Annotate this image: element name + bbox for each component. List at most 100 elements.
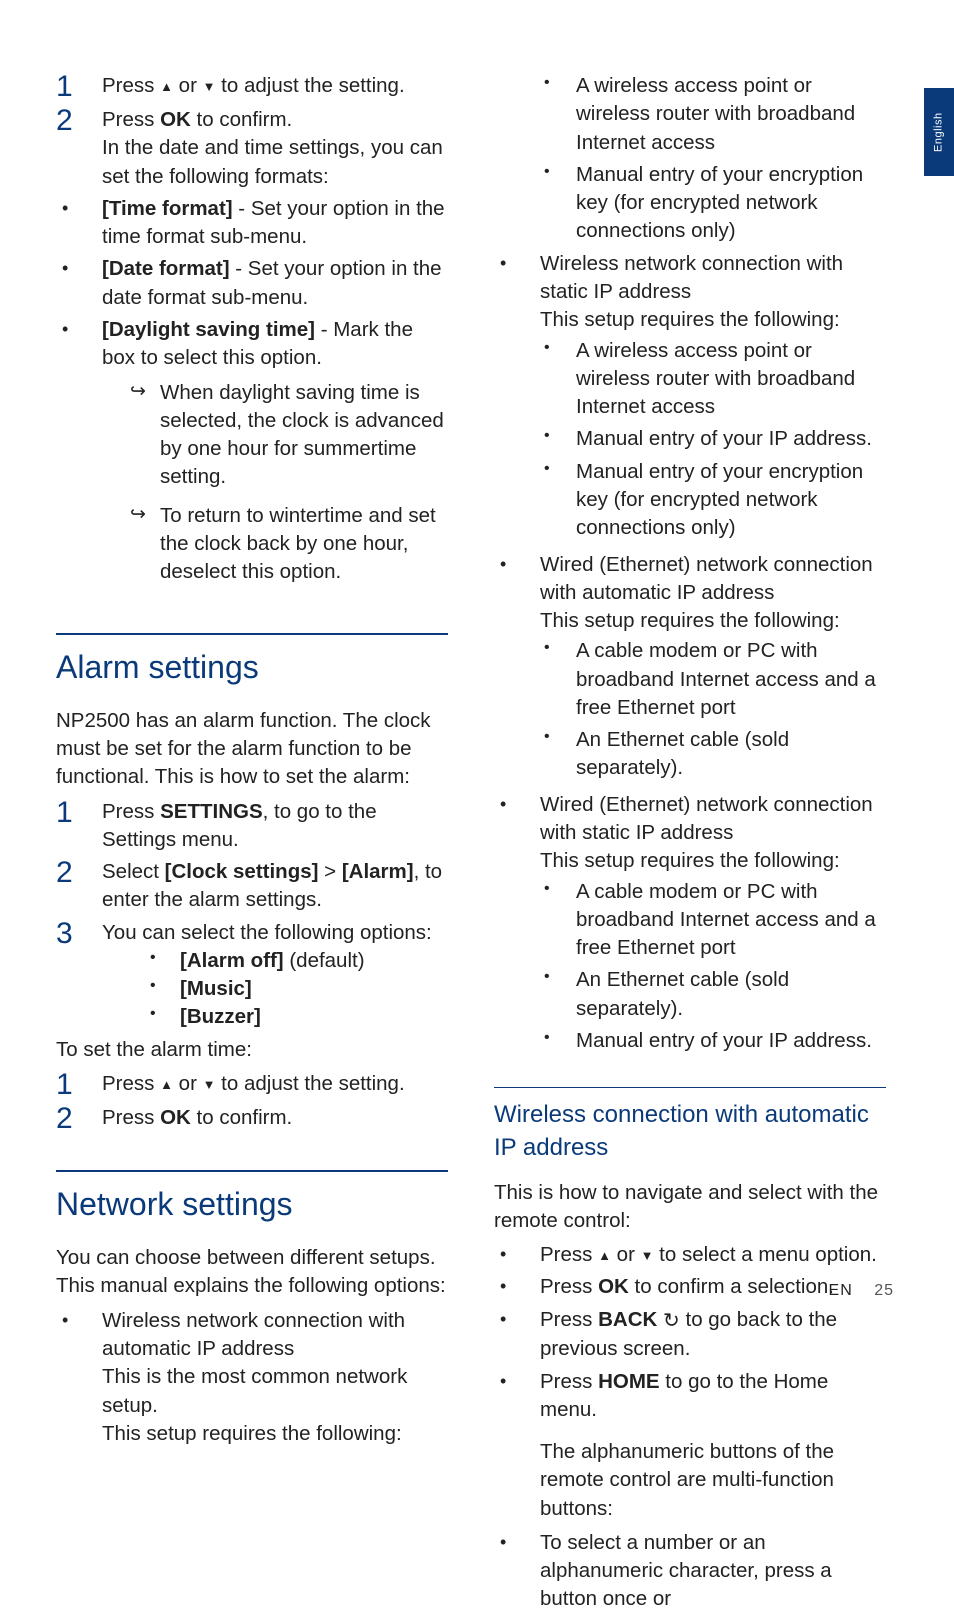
bullet-icon: • [56, 316, 102, 343]
text: Press HOME to go to the Home menu. [540, 1368, 886, 1425]
page-number: 25 [874, 1282, 894, 1299]
text: Wired (Ethernet) network connection with… [540, 551, 886, 608]
text: To return to wintertime and set the cloc… [160, 502, 448, 587]
page-body: 1 Press ▲ or ▼ to adjust the setting. 2 … [0, 0, 954, 1618]
list-item: •A cable modem or PC with broadband Inte… [540, 637, 886, 722]
paragraph: The alphanumeric buttons of the remote c… [540, 1438, 886, 1523]
option-list: •[Alarm off] (default) •[Music] •[Buzzer… [148, 947, 448, 1032]
text: A wireless access point or wireless rout… [576, 337, 886, 422]
paragraph: You can choose between different setups.… [56, 1244, 448, 1301]
list-item: •A wireless access point or wireless rou… [540, 72, 886, 157]
text: Wireless network connection with static … [540, 250, 886, 307]
bullet-list: •A wireless access point or wireless rou… [540, 72, 886, 246]
bold-text: OK [598, 1275, 629, 1298]
step-number: 1 [56, 798, 102, 828]
step-text: Press ▲ or ▼ to adjust the setting. [102, 1070, 448, 1098]
text: to confirm. [191, 108, 292, 131]
text: (default) [284, 949, 365, 972]
step-number: 2 [56, 106, 102, 136]
text: An Ethernet cable (sold separately). [576, 966, 886, 1023]
text: An Ethernet cable (sold separately). [576, 726, 886, 783]
list-item: • Press HOME to go to the Home menu. [494, 1368, 886, 1425]
text: To select a number or an alphanumeric ch… [540, 1529, 886, 1614]
bullet-icon: • [540, 726, 576, 748]
bold-text: HOME [598, 1370, 660, 1393]
list-item: 1 Press ▲ or ▼ to adjust the setting. [56, 1070, 448, 1100]
text: Press [540, 1308, 598, 1331]
bullet-list: • To select a number or an alphanumeric … [494, 1529, 886, 1614]
list-item: ↪ To return to wintertime and set the cl… [130, 502, 448, 587]
text: This setup requires the following: [540, 306, 886, 334]
bold-text: SETTINGS [160, 800, 263, 823]
paragraph: This is how to navigate and select with … [494, 1179, 886, 1236]
step-text: Press SETTINGS, to go to the Settings me… [102, 798, 448, 855]
list-item: •[Music] [148, 975, 448, 1003]
bullet-icon: • [494, 1241, 540, 1268]
list-item: 2 Press OK to confirm. In the date and t… [56, 106, 448, 191]
bullet-icon: • [56, 1307, 102, 1334]
text: Press [540, 1243, 598, 1266]
text: Manual entry of your encryption key (for… [576, 161, 886, 246]
bullet-icon: • [540, 72, 576, 94]
text: Select [102, 860, 165, 883]
bold-text: [Alarm off] [180, 949, 284, 972]
text: [Time format] - Set your option in the t… [102, 195, 448, 252]
text: Press [102, 1072, 160, 1095]
bullet-icon: • [540, 337, 576, 359]
text: to adjust the setting. [215, 1072, 404, 1095]
bullet-icon: • [540, 161, 576, 183]
bullet-icon: • [540, 458, 576, 480]
bold-text: [Clock settings] [165, 860, 319, 883]
text: Press ▲ or ▼ to select a menu option. [540, 1241, 886, 1269]
bullet-icon: • [494, 1306, 540, 1333]
list-item: • Press OK to confirm a selection. [494, 1273, 886, 1301]
section-heading: Alarm settings [56, 633, 448, 689]
bullet-icon: • [494, 250, 540, 277]
list-item: 1 Press SETTINGS, to go to the Settings … [56, 798, 448, 855]
bold-text: [Buzzer] [180, 1005, 261, 1028]
text: Manual entry of your IP address. [576, 1027, 886, 1055]
text: Press [540, 1370, 598, 1393]
step-text: You can select the following options: •[… [102, 919, 448, 1032]
step-number: 2 [56, 1104, 102, 1134]
step-text: Select [Clock settings] > [Alarm], to en… [102, 858, 448, 915]
text: Manual entry of your encryption key (for… [576, 458, 886, 543]
text: Wired (Ethernet) network connection with… [540, 551, 886, 787]
bullet-icon: • [540, 425, 576, 447]
text: > [318, 860, 341, 883]
bold-text: OK [160, 108, 191, 131]
list-item: •[Alarm off] (default) [148, 947, 448, 975]
text: [Buzzer] [180, 1003, 261, 1031]
list-item: • [Time format] - Set your option in the… [56, 195, 448, 252]
bullet-icon: • [56, 255, 102, 282]
bullet-icon: • [540, 1027, 576, 1049]
text: or [611, 1243, 641, 1266]
step-number: 1 [56, 1070, 102, 1100]
step-number: 3 [56, 919, 102, 949]
bullet-icon: • [494, 551, 540, 578]
text: [Daylight saving time] - Mark the box to… [102, 316, 448, 597]
bullet-list: • Press ▲ or ▼ to select a menu option. … [494, 1241, 886, 1424]
list-item: • Press ▲ or ▼ to select a menu option. [494, 1241, 886, 1269]
text: In the date and time settings, you can s… [102, 134, 448, 191]
text: This is the most common network setup. [102, 1363, 448, 1420]
bold-text: [Alarm] [342, 860, 414, 883]
sub-list: •A cable modem or PC with broadband Inte… [540, 878, 886, 1056]
down-triangle-icon: ▼ [641, 1248, 654, 1263]
text: A wireless access point or wireless rout… [576, 72, 886, 157]
bullet-list: • Wireless network connection with autom… [56, 1307, 448, 1448]
list-item: 1 Press ▲ or ▼ to adjust the setting. [56, 72, 448, 102]
down-triangle-icon: ▼ [203, 1077, 216, 1092]
list-item: •A cable modem or PC with broadband Inte… [540, 878, 886, 963]
list-item: • To select a number or an alphanumeric … [494, 1529, 886, 1614]
text: [Alarm off] (default) [180, 947, 365, 975]
text: to adjust the setting. [215, 74, 404, 97]
arrow-list: ↪ When daylight saving time is selected,… [130, 379, 448, 587]
bullet-icon: • [494, 1368, 540, 1395]
numbered-list: 1 Press ▲ or ▼ to adjust the setting. 2 … [56, 72, 448, 191]
text: or [173, 1072, 203, 1095]
bold-text: [Time format] [102, 197, 233, 220]
list-item: • [Date format] - Set your option in the… [56, 255, 448, 312]
list-item: • Wireless network connection with autom… [56, 1307, 448, 1448]
up-triangle-icon: ▲ [160, 1077, 173, 1092]
